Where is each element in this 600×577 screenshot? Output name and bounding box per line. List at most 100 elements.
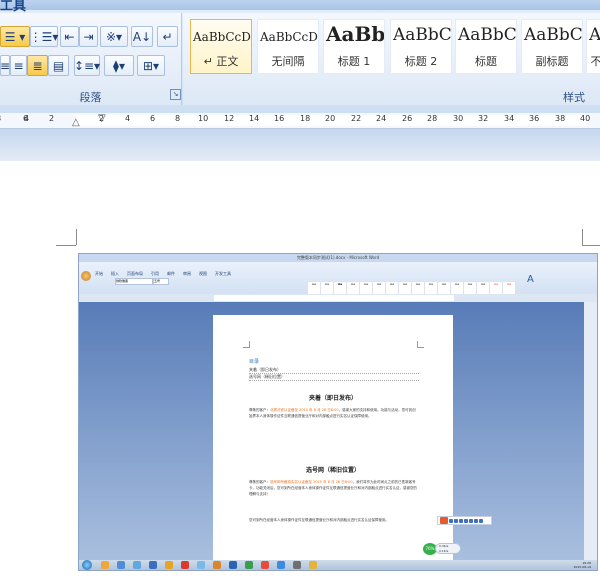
inner-tab[interactable]: 审阅 [183,271,191,277]
inner-style-tile[interactable]: Aa [450,281,464,295]
taskbar-app-icon[interactable] [229,561,237,569]
inner-style-tile[interactable]: Aa [346,281,360,295]
horizontal-ruler[interactable]: △ ▽ 8 6 4 2 2 4 6 8 10 12 14 16 18 20 22… [0,113,600,129]
inner-style-tile[interactable]: Aa [385,281,399,295]
toc-entry[interactable]: 选号网（稀旧位置） [249,374,419,381]
inner-tab[interactable]: 引用 [151,271,159,277]
inner-font-size[interactable]: 五号 [153,278,169,285]
inner-style-tile[interactable]: Aa [411,281,425,295]
taskbar-app-icon[interactable] [261,561,269,569]
inner-style-tile[interactable]: Aa [398,281,412,295]
taskbar-app-icon[interactable] [197,561,205,569]
inner-style-tile[interactable]: Aa [437,281,451,295]
ruler-label: 34 [504,114,515,123]
inner-vertical-scrollbar[interactable] [584,302,597,560]
inner-style-tile[interactable]: Aa [489,281,503,295]
style-normal[interactable]: AaBbCcDd ↵ 正文 [190,19,252,74]
style-subtitle[interactable]: AaBbC 副标题 [521,19,583,74]
styles-group-label: 样式 [563,91,585,104]
toolbar-icon[interactable] [449,518,453,523]
clock-date: 2015-08-19 [573,565,591,569]
align-left-button[interactable]: ≡ [0,55,10,76]
para-highlight: 北规法官认证截至 2015 年 8 月 28 日8:00 [270,408,339,412]
shading-button[interactable]: ⧫▾ [104,55,134,76]
taskbar-app-icon[interactable] [213,561,221,569]
para-prefix: 尊敬的客户： [249,480,270,484]
ruler-label: 38 [555,114,566,123]
justify-button[interactable]: ≣ [27,55,48,76]
numbering-button[interactable]: ⋮☰▾ [30,26,58,47]
taskbar-app-icon[interactable] [117,561,125,569]
inner-change-styles-icon[interactable]: A [527,274,534,285]
start-button-icon[interactable] [82,560,92,570]
dialog-launcher-icon[interactable]: ↘ [170,89,181,100]
toolbar-icon[interactable] [469,518,473,523]
inner-font-name[interactable]: 微软雅黑 [115,278,153,285]
style-name: 标题 1 [337,55,371,68]
inner-style-tile[interactable]: Aa [476,281,490,295]
system-clock[interactable]: 16:28 2015-08-19 [574,561,591,569]
inner-style-tile[interactable]: Aa [372,281,386,295]
decrease-indent-button[interactable]: ⇤ [60,26,79,47]
inner-tab[interactable]: 开发工具 [215,271,231,277]
style-sample: AaBb [326,22,385,46]
distributed-button[interactable]: ▤ [48,55,69,76]
ruler-label: 30 [453,114,464,123]
toolbar-icon[interactable] [479,518,483,523]
taskbar-app-icon[interactable] [149,561,157,569]
increase-indent-button[interactable]: ⇥ [79,26,98,47]
toolbar-icon[interactable] [459,518,463,523]
inner-tab[interactable]: 插入 [111,271,119,277]
style-more[interactable]: A 不 [586,19,600,74]
toolbar-icon[interactable] [454,518,458,523]
network-speed-panel[interactable]: 0.3K/s 0.1K/s [435,543,461,554]
ruler-label: 4 [125,114,131,123]
bullets-button[interactable]: ☰ ▾ [0,26,30,47]
inner-style-tile[interactable]: Aa [424,281,438,295]
inner-style-tile[interactable]: Aa [320,281,334,295]
chinese-layout-button[interactable]: ※▾ [100,26,128,47]
shading-icon: ⧫▾ [113,58,125,73]
taskbar-app-icon[interactable] [181,561,189,569]
style-title[interactable]: AaBbC 标题 [455,19,517,74]
align-center-button[interactable]: ≡ [10,55,27,76]
toc-entry[interactable]: 夹着（即日发布） [249,367,419,374]
inner-tab[interactable]: 视图 [199,271,207,277]
inner-style-tile[interactable]: Aa [307,281,321,295]
ruler-label: 28 [427,114,438,123]
inner-style-tile[interactable]: Aa [359,281,373,295]
taskbar-app-icon[interactable] [101,561,109,569]
inner-tab[interactable]: 开始 [95,271,103,277]
inner-window-title: 完整版本同步测试(1).docx - Microsoft Word [79,254,597,262]
office-button-icon[interactable] [81,271,91,281]
inner-style-tile[interactable]: Aa [502,281,516,295]
taskbar-app-icon[interactable] [309,561,317,569]
inner-tab[interactable]: 邮件 [167,271,175,277]
tab-tools[interactable]: 工具 [0,0,26,14]
body-paragraph: 尊敬的客户：选号网号截将实名认证截至 2015 年 8 月 28 日8:00，我… [249,479,419,497]
style-sample: AaBbCcDd [193,30,252,44]
inner-tab[interactable]: 页面布局 [127,271,143,277]
toolbar-icon[interactable] [464,518,468,523]
toolbar-icon[interactable] [474,518,478,523]
inner-style-tile[interactable]: Aa [333,281,347,295]
taskbar-app-icon[interactable] [165,561,173,569]
inner-style-tile[interactable]: Aa [463,281,477,295]
left-indent-marker-icon[interactable]: △ [72,117,80,128]
style-heading-1[interactable]: AaBb 标题 1 [323,19,385,74]
ruler-label: 22 [351,114,362,123]
inner-ribbon: 开始 插入 页面布局 引用 邮件 审阅 视图 开发工具 微软雅黑 五号 Aa A… [79,262,597,295]
taskbar-app-icon[interactable] [277,561,285,569]
style-heading-2[interactable]: AaBbC 标题 2 [390,19,452,74]
taskbar-app-icon[interactable] [293,561,301,569]
floating-toolbar[interactable] [437,516,492,525]
increase-indent-icon: ⇥ [83,29,94,44]
taskbar-app-icon[interactable] [133,561,141,569]
borders-button[interactable]: ⊞▾ [137,55,165,76]
line-spacing-button[interactable]: ↕≡▾ [74,55,100,76]
taskbar-app-icon[interactable] [245,561,253,569]
inner-document-page: 目录 夹着（即日发布） 选号网（稀旧位置） 夹着（即日发布） 尊敬的客户：北规法… [213,315,453,560]
sort-button[interactable]: A↓ [131,26,153,47]
show-marks-button[interactable]: ↵ [157,26,178,47]
style-no-spacing[interactable]: AaBbCcDc 无间隔 [257,19,319,74]
